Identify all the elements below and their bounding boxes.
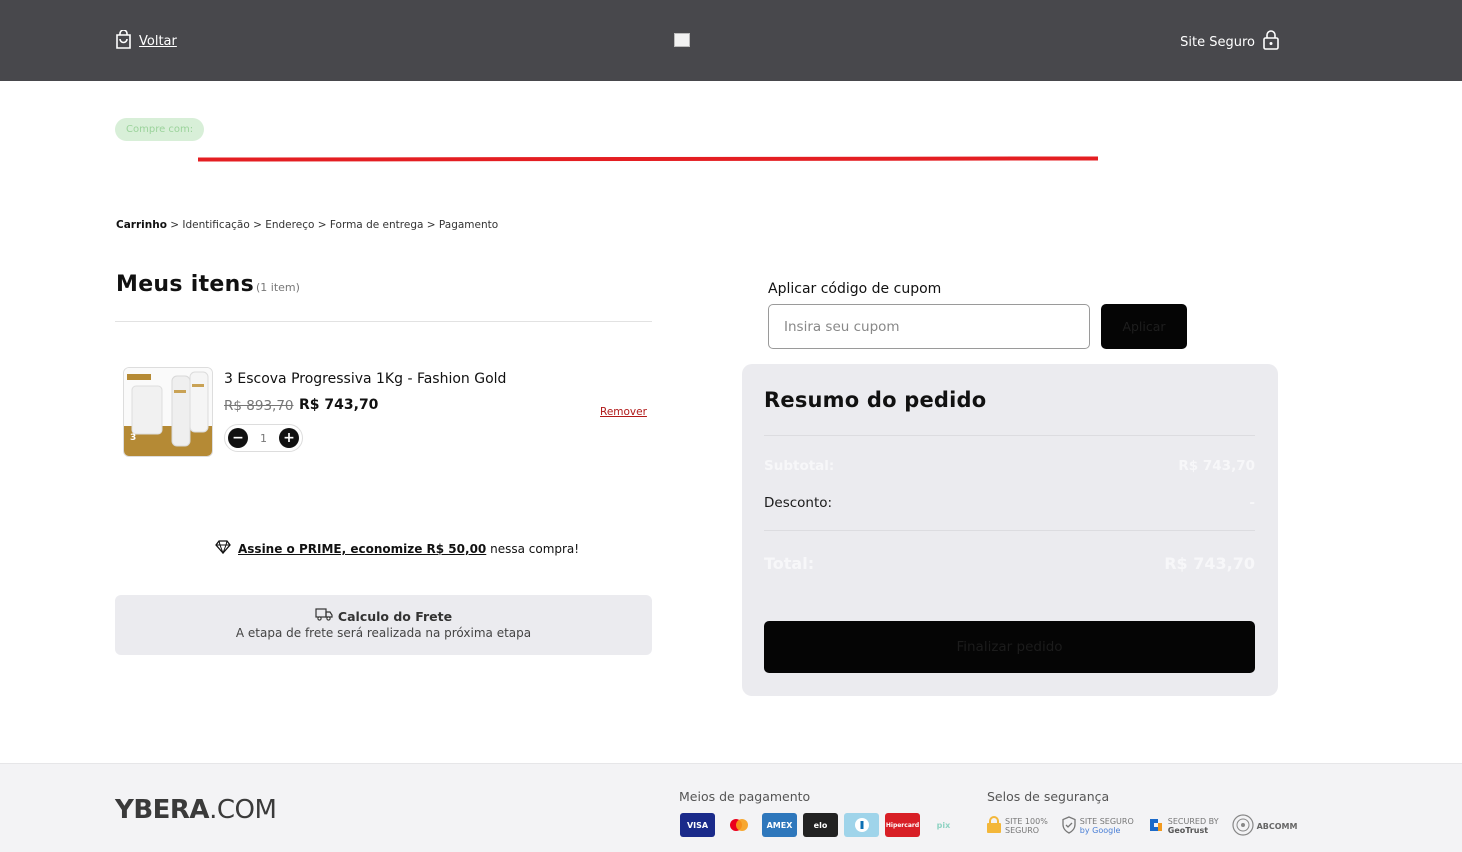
freight-title: Calculo do Frete (337, 608, 453, 624)
seal-4-label: ABCOMM (1256, 821, 1298, 831)
seal-2-line-2: by Google (1079, 826, 1121, 835)
google-safe-seal: SITE SEGURO by Google (1061, 816, 1134, 836)
summary-divider-bottom (764, 530, 1255, 531)
secure-site-indicator: Site Seguro (1180, 30, 1279, 54)
seal-3-line-2: GeoTrust (1167, 826, 1209, 835)
order-summary-title: Resumo do pedido (764, 388, 987, 412)
product-price-old: R$ 893,70 (224, 398, 294, 414)
geotrust-icon (1147, 816, 1165, 836)
padlock-seal-icon (986, 816, 1002, 836)
product-name[interactable]: 3 Escova Progressiva 1Kg - Fashion Gold (224, 371, 506, 387)
total-row: Total: R$ 743,70 (764, 554, 1255, 573)
freight-info-box: Calculo do Frete A etapa de frete será r… (115, 595, 652, 655)
order-summary-panel: Resumo do pedido Subtotal: R$ 743,70 Des… (742, 364, 1278, 696)
cart-divider (115, 321, 652, 322)
back-label[interactable]: Voltar (139, 34, 177, 49)
discount-label: Desconto: (764, 495, 833, 511)
payment-methods-list: VISA AMEX elo Hipercard pix (680, 813, 961, 837)
seal-1-line-2: SEGURO (1005, 826, 1040, 835)
lock-icon (1263, 30, 1279, 54)
diners-icon (844, 813, 879, 837)
total-label: Total: (764, 554, 815, 573)
accent-divider-line (197, 156, 1099, 162)
quantity-stepper: − 1 + (224, 424, 303, 452)
buy-with-badge: Compre com: (115, 118, 205, 141)
subtotal-value: R$ 743,70 (1178, 458, 1255, 474)
site-100-secure-seal: SITE 100% SEGURO (986, 816, 1048, 836)
summary-divider-top (764, 435, 1255, 436)
breadcrumb: Carrinho > Identificação > Endereço > Fo… (116, 219, 498, 231)
back-link[interactable]: Voltar (115, 29, 177, 53)
amex-icon: AMEX (762, 813, 797, 837)
freight-subtitle: A etapa de frete será realizada na próxi… (235, 626, 532, 640)
discount-row: Desconto: - (764, 495, 1255, 511)
geotrust-seal: SECURED BY GeoTrust (1147, 816, 1219, 836)
footer-brand-logo[interactable]: YBERA.COM (115, 795, 277, 825)
shopping-bag-icon (115, 29, 132, 53)
seal-1-line-1: SITE 100% (1005, 817, 1048, 826)
discount-value: - (1249, 495, 1255, 511)
prime-signup-link[interactable]: Assine o PRIME, economize R$ 50,00 (238, 542, 486, 556)
abcomm-icon (1231, 814, 1254, 838)
security-seals-list: SITE 100% SEGURO SITE SEGURO by Google SEC… (986, 814, 1297, 838)
secure-label: Site Seguro (1180, 34, 1255, 50)
diamond-icon (215, 540, 231, 557)
brand-domain: .COM (209, 795, 277, 825)
subtotal-label: Subtotal: (764, 458, 835, 474)
subtotal-row: Subtotal: R$ 743,70 (764, 458, 1255, 474)
coupon-label: Aplicar código de cupom (768, 281, 942, 297)
prime-offer: Assine o PRIME, economize R$ 50,00 nessa… (215, 540, 579, 557)
elo-icon: elo (803, 813, 838, 837)
top-bar: Voltar Site Seguro (0, 0, 1462, 81)
site-logo-image[interactable] (674, 33, 690, 47)
brand-name: YBERA (115, 795, 210, 825)
thumb-quantity-mark: 3 (130, 433, 136, 443)
prime-suffix: nessa compra! (486, 541, 580, 556)
breadcrumb-current: Carrinho (116, 219, 167, 231)
security-seals-title: Selos de segurança (987, 789, 1110, 804)
seal-2-line-1: SITE SEGURO (1079, 817, 1134, 826)
truck-icon (315, 608, 333, 624)
cart-title: Meus itens (116, 272, 254, 297)
increase-quantity-button[interactable]: + (279, 428, 299, 448)
checkout-button[interactable]: Finalizar pedido (764, 621, 1255, 673)
remove-item-link[interactable]: Remover (600, 406, 647, 418)
abcomm-seal: ABCOMM (1231, 814, 1298, 838)
pix-icon: pix (926, 813, 961, 837)
product-price-new: R$ 743,70 (299, 397, 379, 413)
hipercard-icon: Hipercard (885, 813, 920, 837)
footer: YBERA.COM Meios de pagamento VISA AMEX e… (0, 763, 1462, 852)
total-value: R$ 743,70 (1164, 554, 1255, 573)
coupon-input[interactable] (768, 304, 1090, 349)
shield-check-icon (1061, 816, 1077, 836)
seal-3-line-1: SECURED BY (1167, 817, 1219, 826)
breadcrumb-steps: > Identificação > Endereço > Forma de en… (166, 219, 499, 231)
payment-methods-title: Meios de pagamento (679, 789, 811, 804)
cart-item-count: (1 item) (256, 281, 300, 294)
quantity-value[interactable]: 1 (260, 432, 267, 445)
product-thumbnail[interactable]: 3 (123, 367, 213, 457)
visa-icon: VISA (680, 813, 715, 837)
decrease-quantity-button[interactable]: − (228, 428, 248, 448)
apply-coupon-button[interactable]: Aplicar (1101, 304, 1187, 349)
mastercard-icon (721, 813, 756, 837)
